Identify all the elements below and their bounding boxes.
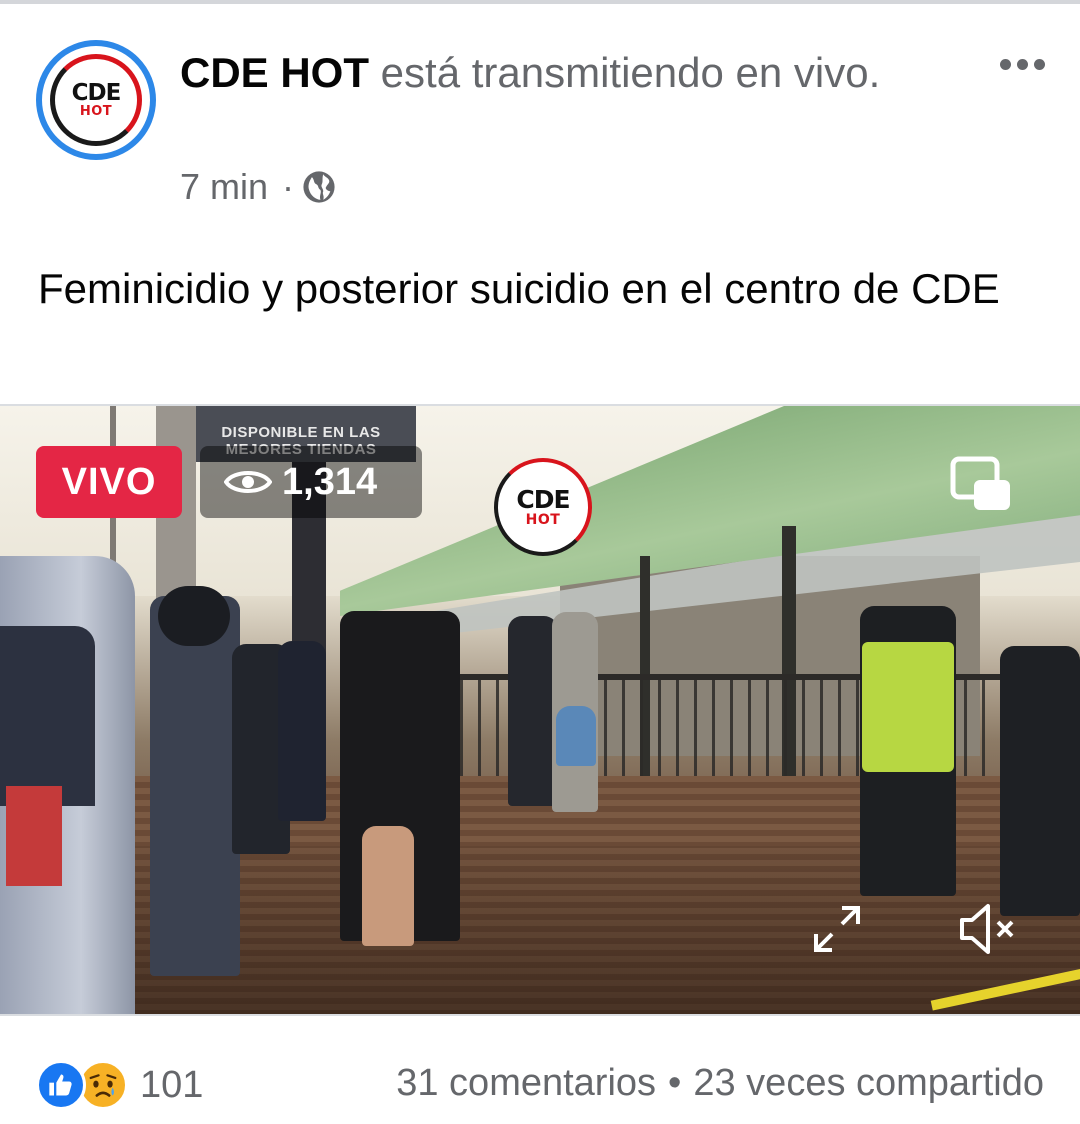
top-border bbox=[0, 0, 1080, 4]
meta-separator: · bbox=[282, 166, 295, 207]
page-avatar[interactable]: CDE HOT bbox=[36, 40, 156, 160]
shares-count-link[interactable]: 23 veces compartido bbox=[693, 1062, 1044, 1105]
video-scene-officer bbox=[150, 596, 240, 976]
video-scene-vest bbox=[862, 642, 954, 772]
live-badge: VIVO bbox=[36, 446, 182, 518]
video-scene-person bbox=[1000, 646, 1080, 916]
post-header: CDE HOT está transmitiendo en vivo. bbox=[180, 44, 1000, 102]
engagement-summary: 31 comentarios • 23 veces compartido bbox=[396, 1062, 1044, 1105]
video-scene-van-window bbox=[0, 626, 95, 806]
video-scene-shorts bbox=[556, 706, 596, 766]
live-video-player[interactable]: DISPONIBLE EN LAS MEJORES TIENDAS VIVO 1… bbox=[0, 406, 1080, 1014]
more-options-button[interactable] bbox=[992, 52, 1052, 76]
more-dot-icon bbox=[999, 58, 1011, 70]
video-scene-helmet bbox=[158, 586, 230, 646]
video-scene-person bbox=[508, 616, 558, 806]
eye-icon bbox=[224, 471, 272, 493]
reactions-summary[interactable]: 101 bbox=[36, 1060, 203, 1110]
video-scene-legs bbox=[362, 826, 414, 946]
divider bbox=[0, 1014, 1080, 1016]
video-scene-person bbox=[278, 641, 326, 821]
video-watermark-logo: CDE HOT bbox=[494, 458, 592, 556]
watermark-main-text: CDE bbox=[516, 484, 570, 514]
watermark-sub-text: HOT bbox=[525, 511, 561, 528]
live-status-text: está transmitiendo en vivo. bbox=[369, 49, 881, 96]
post-text: Feminicidio y posterior suicidio en el c… bbox=[38, 265, 1000, 312]
more-dot-icon bbox=[1016, 58, 1028, 70]
post-meta: 7 min · bbox=[180, 166, 336, 208]
mute-icon[interactable] bbox=[958, 898, 1020, 960]
viewer-count: 1,314 bbox=[282, 460, 378, 503]
reaction-count: 101 bbox=[140, 1063, 204, 1106]
post-time[interactable]: 7 min bbox=[180, 166, 268, 208]
footer-separator: • bbox=[668, 1062, 682, 1104]
thumbs-up-icon bbox=[49, 1074, 72, 1096]
picture-in-picture-icon[interactable] bbox=[950, 456, 1012, 512]
logo-sub-text: HOT bbox=[79, 104, 113, 119]
more-dot-icon bbox=[1033, 58, 1045, 70]
globe-icon bbox=[303, 171, 335, 203]
expand-icon[interactable] bbox=[812, 904, 862, 954]
logo-main-text: CDE bbox=[71, 80, 122, 106]
viewer-count-badge: 1,314 bbox=[200, 446, 422, 518]
cde-hot-logo: CDE HOT bbox=[50, 54, 142, 146]
comments-count-link[interactable]: 31 comentarios bbox=[396, 1062, 656, 1105]
video-scene-van-sign bbox=[6, 786, 62, 886]
page-name-link[interactable]: CDE HOT bbox=[180, 49, 369, 96]
like-icon bbox=[36, 1060, 86, 1110]
